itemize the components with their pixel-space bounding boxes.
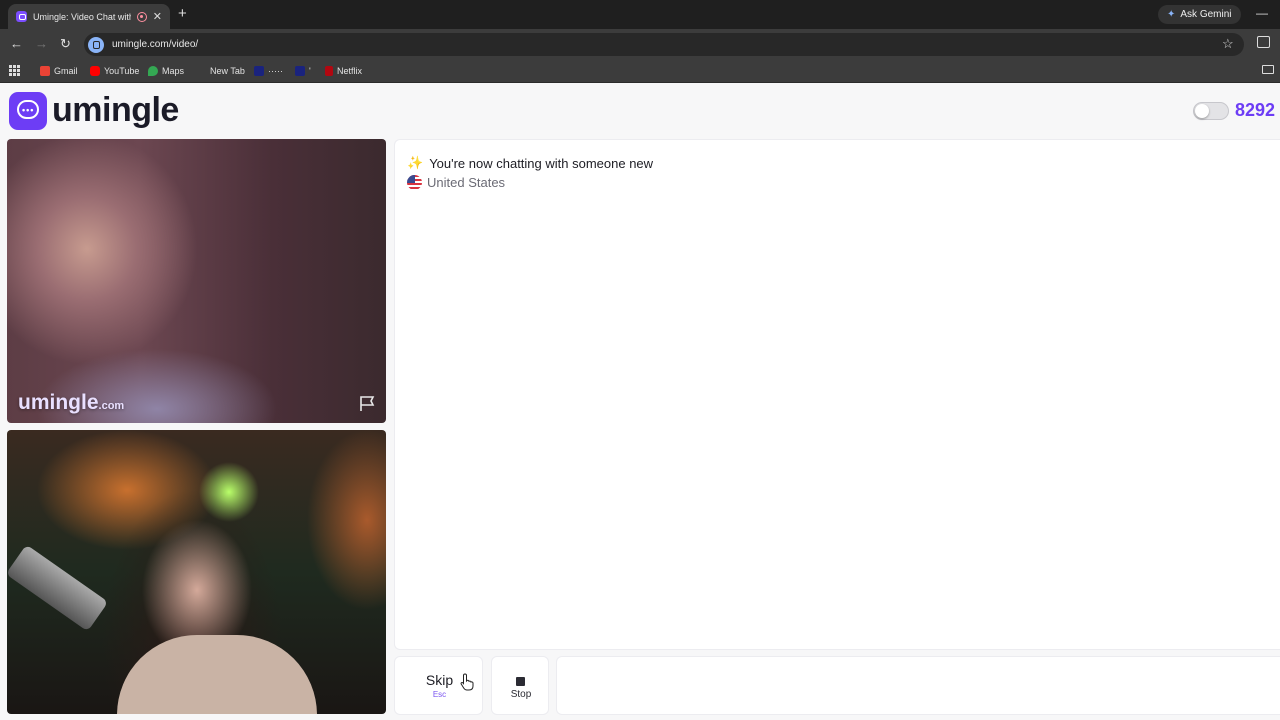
sweater-shape (117, 635, 317, 714)
apps-grid-icon[interactable] (9, 65, 20, 76)
gmail-icon (40, 66, 50, 76)
stop-label: Stop (510, 689, 532, 700)
bookmarks-folder-icon[interactable] (1262, 65, 1274, 74)
hand-pointer-icon (460, 673, 474, 691)
site-logo[interactable]: ••• umingle (9, 91, 179, 130)
message-input[interactable] (556, 656, 1280, 715)
bookmark-maps[interactable]: Maps (148, 63, 184, 79)
us-flag-icon (407, 175, 422, 190)
umingle-page: ••• umingle 8292 umingle.com ✨ You're no… (0, 84, 1280, 720)
bookmark-label: Netflix (337, 66, 363, 76)
stranger-video: umingle.com (7, 139, 386, 423)
stranger-country: United States (407, 175, 505, 190)
ask-gemini-label: Ask Gemini (1180, 9, 1232, 20)
theme-toggle[interactable] (1193, 102, 1229, 120)
self-video (7, 430, 386, 714)
bookmark-label: ····· (268, 66, 283, 76)
youtube-icon (90, 66, 100, 76)
side-panel-icon[interactable] (1257, 36, 1270, 48)
bookmark-label: New Tab (210, 66, 245, 76)
umingle-favicon-icon (16, 11, 27, 22)
bookmark-label: YouTube (104, 66, 140, 76)
stop-square-icon (516, 677, 525, 686)
tab-title: Umingle: Video Chat with S (33, 11, 131, 22)
gemini-sparkle-icon: ✦ (1167, 9, 1176, 20)
report-flag-icon[interactable] (359, 395, 376, 412)
browser-titlebar: Umingle: Video Chat with S ✕ + ✦ Ask Gem… (0, 0, 1280, 29)
logo-text: umingle (52, 91, 179, 129)
chat-bubble-logo-icon: ••• (9, 91, 47, 130)
bookmark-gmail[interactable]: Gmail (40, 63, 78, 79)
sparkles-icon: ✨ (407, 155, 424, 170)
bookmark-label: Maps (162, 66, 185, 76)
address-bar: ← → ↻ umingle.com/video/ ☆ (0, 29, 1280, 59)
microphone-shape (7, 544, 109, 632)
bookmark-label: Gmail (54, 66, 78, 76)
maps-pin-icon (148, 66, 158, 76)
chat-panel: ✨ You're now chatting with someone new U… (394, 139, 1280, 650)
netflix-icon (325, 66, 333, 76)
bookmark-youtube[interactable]: YouTube (90, 63, 139, 79)
bookmark-netflix[interactable]: Netflix (325, 63, 362, 79)
skip-shortcut-hint: Esc (432, 690, 447, 699)
back-arrow-icon[interactable]: ← (10, 36, 23, 52)
recording-icon (136, 11, 147, 22)
blank-page-icon (196, 66, 206, 76)
ask-gemini-button[interactable]: ✦ Ask Gemini (1158, 5, 1241, 24)
bookmark-m-2[interactable]: ' (295, 63, 311, 79)
country-text: United States (427, 175, 506, 190)
browser-tab[interactable]: Umingle: Video Chat with S ✕ (8, 4, 170, 29)
umingle-watermark: umingle.com (18, 391, 125, 414)
system-message-text: You're now chatting with someone new (429, 155, 654, 171)
tab-close-icon[interactable]: ✕ (153, 10, 162, 23)
new-tab-button[interactable]: + (178, 6, 187, 21)
url-field[interactable]: umingle.com/video/ (84, 33, 1244, 56)
online-count: 8292 (1235, 100, 1276, 120)
stop-button[interactable]: Stop (491, 656, 549, 715)
bookmarks-bar: Gmail YouTube Maps New Tab ····· ' Netfl… (0, 59, 1280, 83)
bookmark-label: ' (309, 66, 311, 76)
m-site-icon (254, 66, 264, 76)
url-text: umingle.com/video/ (112, 39, 199, 50)
bookmark-m-1[interactable]: ····· (254, 63, 283, 79)
m-site-icon (295, 66, 305, 76)
system-message: ✨ You're now chatting with someone new (407, 155, 653, 171)
reload-icon[interactable]: ↻ (60, 36, 71, 52)
minimize-window-icon[interactable]: — (1256, 6, 1268, 20)
bookmark-star-icon[interactable]: ☆ (1222, 36, 1234, 52)
bookmark-new-tab[interactable]: New Tab (196, 63, 245, 79)
site-info-icon[interactable] (88, 36, 104, 53)
forward-arrow-icon[interactable]: → (35, 36, 48, 52)
